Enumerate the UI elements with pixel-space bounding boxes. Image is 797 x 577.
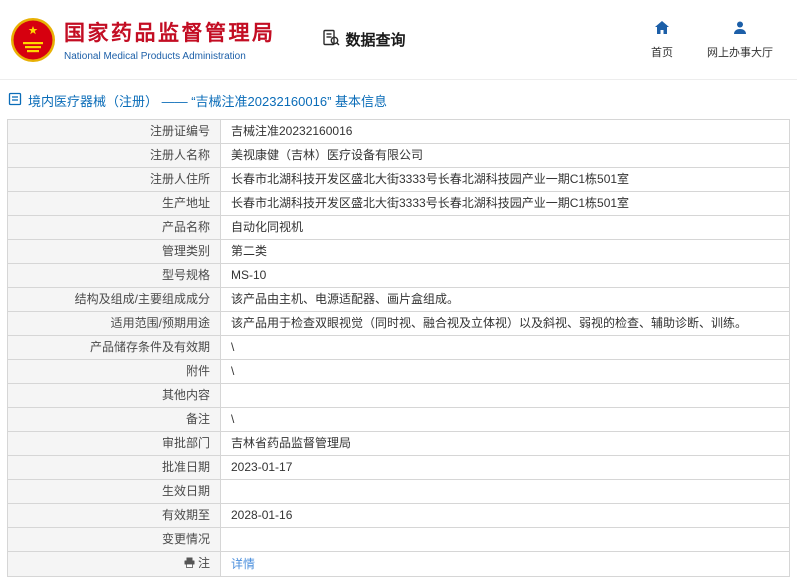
page: 国家药品监督管理局 National Medical Products Admi… xyxy=(0,0,797,569)
nav-service-hall[interactable]: 网上办事大厅 xyxy=(707,20,773,60)
row-label: 批准日期 xyxy=(8,456,221,480)
table-row: 管理类别 第二类 xyxy=(8,240,790,264)
table-row: 注 详情 xyxy=(8,552,790,577)
table-row: 附件 \ xyxy=(8,360,790,384)
row-label: 审批部门 xyxy=(8,432,221,456)
row-value: 吉林省药品监督管理局 xyxy=(221,432,790,456)
data-query-tab[interactable]: 数据查询 xyxy=(322,29,406,51)
table-row: 产品名称 自动化同视机 xyxy=(8,216,790,240)
table-row: 结构及组成/主要组成成分 该产品由主机、电源适配器、画片盒组成。 xyxy=(8,288,790,312)
row-value: 长春市北湖科技开发区盛北大街3333号长春北湖科技园产业一期C1栋501室 xyxy=(221,192,790,216)
table-row: 其他内容 xyxy=(8,384,790,408)
row-value: 2023-01-17 xyxy=(221,456,790,480)
org-name-cn: 国家药品监督管理局 xyxy=(64,17,276,47)
row-label-text: 注 xyxy=(198,556,210,570)
table-row: 型号规格 MS-10 xyxy=(8,264,790,288)
detail-link[interactable]: 详情 xyxy=(231,557,255,571)
row-label: 生效日期 xyxy=(8,480,221,504)
table-row: 备注 \ xyxy=(8,408,790,432)
national-emblem-logo xyxy=(10,16,56,64)
row-value: 美视康健（吉林）医疗设备有限公司 xyxy=(221,144,790,168)
row-label: 生产地址 xyxy=(8,192,221,216)
row-value: 2028-01-16 xyxy=(221,504,790,528)
row-label: 备注 xyxy=(8,408,221,432)
row-value: \ xyxy=(221,360,790,384)
row-value xyxy=(221,480,790,504)
org-name-en: National Medical Products Administration xyxy=(64,51,276,62)
page-title-bar: 境内医疗器械（注册） —— “吉械注准20232160016” 基本信息 xyxy=(0,80,797,119)
row-value-note: 详情 xyxy=(221,552,790,577)
table-row: 生效日期 xyxy=(8,480,790,504)
nav-service-hall-label: 网上办事大厅 xyxy=(707,44,773,60)
row-label: 注册证编号 xyxy=(8,120,221,144)
row-value: 吉械注准20232160016 xyxy=(221,120,790,144)
row-label: 结构及组成/主要组成成分 xyxy=(8,288,221,312)
table-row: 注册人名称 美视康健（吉林）医疗设备有限公司 xyxy=(8,144,790,168)
table-row: 产品储存条件及有效期 \ xyxy=(8,336,790,360)
table-row: 注册证编号 吉械注准20232160016 xyxy=(8,120,790,144)
row-value: 该产品由主机、电源适配器、画片盒组成。 xyxy=(221,288,790,312)
row-label-note: 注 xyxy=(8,552,221,577)
table-row: 适用范围/预期用途 该产品用于检查双眼视觉（同时视、融合视及立体视）以及斜视、弱… xyxy=(8,312,790,336)
row-label: 注册人名称 xyxy=(8,144,221,168)
table-row: 审批部门 吉林省药品监督管理局 xyxy=(8,432,790,456)
person-icon xyxy=(732,20,748,39)
row-value xyxy=(221,528,790,552)
table-row: 有效期至 2028-01-16 xyxy=(8,504,790,528)
row-value: 长春市北湖科技开发区盛北大街3333号长春北湖科技园产业一期C1栋501室 xyxy=(221,168,790,192)
row-value: \ xyxy=(221,336,790,360)
data-query-label: 数据查询 xyxy=(346,29,406,50)
org-names: 国家药品监督管理局 National Medical Products Admi… xyxy=(64,17,276,62)
page-title: 境内医疗器械（注册） —— “吉械注准20232160016” 基本信息 xyxy=(28,91,387,110)
row-value xyxy=(221,384,790,408)
row-value: 第二类 xyxy=(221,240,790,264)
nav-home[interactable]: 首页 xyxy=(651,20,673,60)
table-row: 批准日期 2023-01-17 xyxy=(8,456,790,480)
row-label: 适用范围/预期用途 xyxy=(8,312,221,336)
row-label: 产品储存条件及有效期 xyxy=(8,336,221,360)
row-label: 变更情况 xyxy=(8,528,221,552)
table-row: 注册人住所 长春市北湖科技开发区盛北大街3333号长春北湖科技园产业一期C1栋5… xyxy=(8,168,790,192)
row-label: 注册人住所 xyxy=(8,168,221,192)
row-label: 附件 xyxy=(8,360,221,384)
table-row: 生产地址 长春市北湖科技开发区盛北大街3333号长春北湖科技园产业一期C1栋50… xyxy=(8,192,790,216)
national-emblem-icon xyxy=(10,16,56,64)
row-value: 自动化同视机 xyxy=(221,216,790,240)
row-label: 产品名称 xyxy=(8,216,221,240)
table-row: 变更情况 xyxy=(8,528,790,552)
row-label: 有效期至 xyxy=(8,504,221,528)
row-value: MS-10 xyxy=(221,264,790,288)
registration-info-table: 注册证编号 吉械注准20232160016 注册人名称 美视康健（吉林）医疗设备… xyxy=(7,119,790,577)
row-label: 管理类别 xyxy=(8,240,221,264)
top-nav: 首页 网上办事大厅 xyxy=(651,20,773,60)
home-icon xyxy=(654,20,670,39)
row-value: \ xyxy=(221,408,790,432)
row-value: 该产品用于检查双眼视觉（同时视、融合视及立体视）以及斜视、弱视的检查、辅助诊断、… xyxy=(221,312,790,336)
row-label: 其他内容 xyxy=(8,384,221,408)
site-header: 国家药品监督管理局 National Medical Products Admi… xyxy=(0,0,797,80)
printer-icon xyxy=(184,557,195,572)
document-icon xyxy=(8,92,22,109)
data-query-icon xyxy=(322,29,340,51)
row-label: 型号规格 xyxy=(8,264,221,288)
nav-home-label: 首页 xyxy=(651,44,673,60)
